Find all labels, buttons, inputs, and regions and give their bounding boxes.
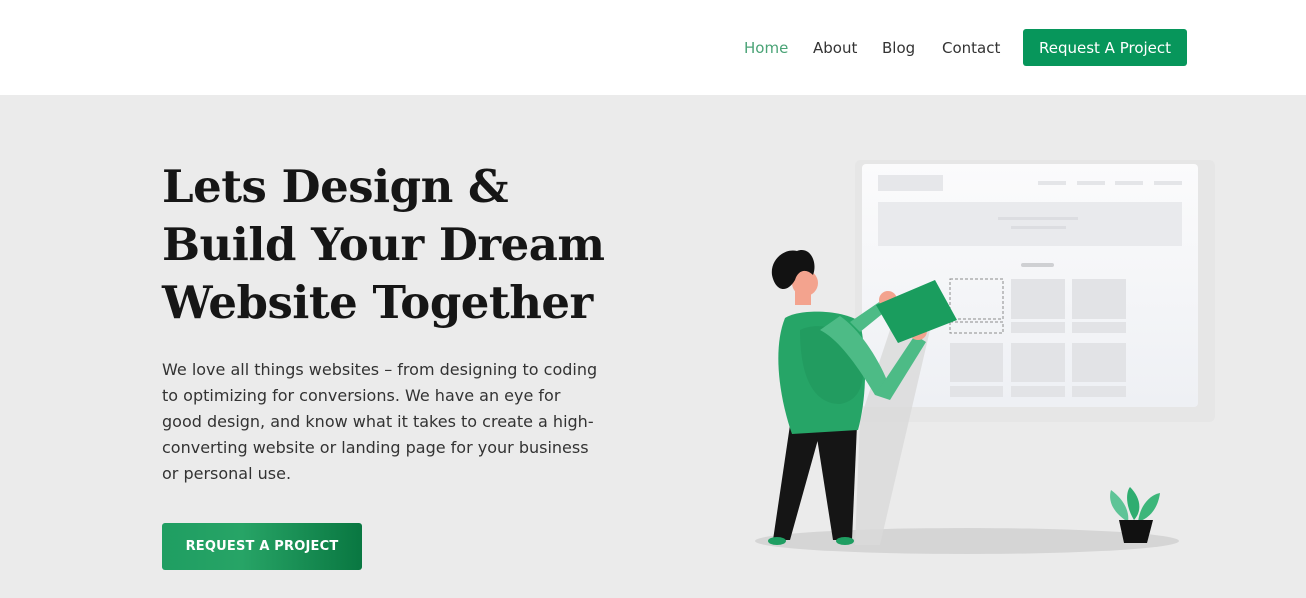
site-header: Home About Blog Contact Request A Projec… — [0, 0, 1306, 95]
floor-shadow — [755, 528, 1179, 554]
nav-item-contact[interactable]: Contact — [942, 38, 1000, 58]
hero-title-line-3: Website Together — [162, 276, 593, 329]
hero-title-line-2: Build Your Dream — [162, 218, 605, 271]
request-project-hero-button[interactable]: REQUEST A PROJECT — [162, 523, 362, 570]
hero-title: Lets Design & Build Your Dream Website T… — [162, 158, 662, 332]
hero-title-line-1: Lets Design & — [162, 160, 509, 213]
nav-item-home[interactable]: Home — [744, 38, 788, 58]
hero-illustration — [755, 160, 1215, 554]
hero-description: We love all things websites – from desig… — [162, 360, 598, 483]
request-project-header-button[interactable]: Request A Project — [1023, 29, 1187, 66]
nav-item-blog[interactable]: Blog — [882, 38, 915, 58]
nav-item-about[interactable]: About — [813, 38, 857, 58]
